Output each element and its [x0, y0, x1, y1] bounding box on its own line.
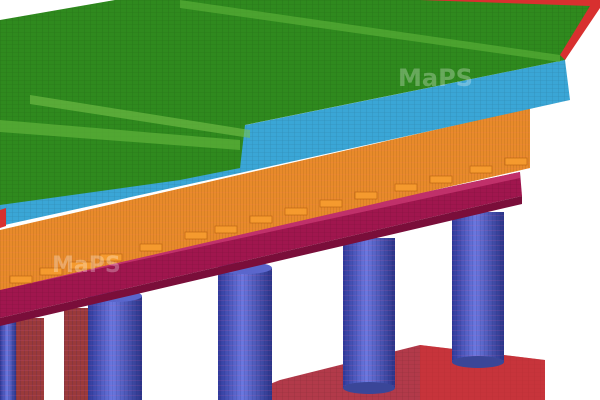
column-3	[218, 262, 272, 400]
column-left-red	[64, 308, 90, 400]
watermark-bottom: MaPS	[52, 253, 121, 278]
column-2	[88, 290, 142, 400]
watermark-top: MaPS	[398, 64, 473, 92]
column-1	[0, 322, 16, 400]
column-4	[343, 238, 395, 394]
column-5	[452, 212, 504, 368]
fe-model-viewport[interactable]: MaPS MaPS	[0, 0, 600, 400]
